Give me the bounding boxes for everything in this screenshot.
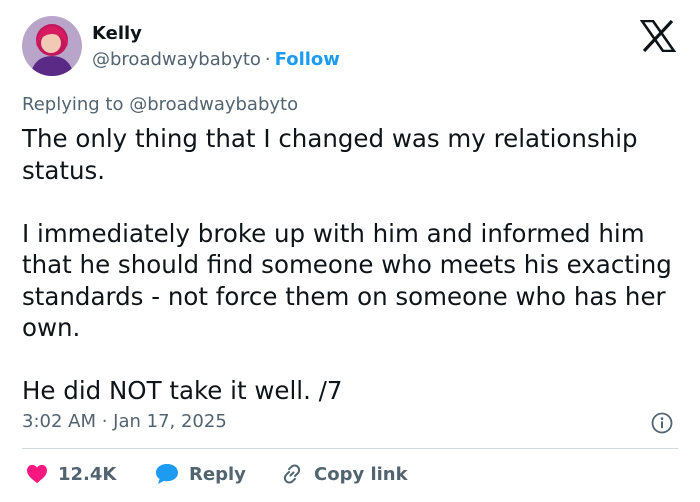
separator: · bbox=[264, 49, 271, 70]
like-button[interactable]: 12.4K bbox=[26, 460, 116, 488]
info-icon[interactable] bbox=[651, 412, 673, 434]
speech-bubble-icon bbox=[156, 464, 178, 484]
avatar[interactable] bbox=[22, 16, 82, 76]
tweet-card: Kelly @broadwaybabyto · Follow Replying to… bbox=[0, 0, 700, 502]
copy-link-button[interactable]: Copy link bbox=[280, 460, 408, 488]
author-handle-line: @broadwaybabyto · Follow bbox=[92, 48, 340, 72]
author-name[interactable]: Kelly bbox=[92, 22, 142, 46]
divider bbox=[22, 448, 678, 449]
like-count: 12.4K bbox=[58, 463, 117, 485]
link-icon bbox=[283, 464, 301, 484]
reply-label: Reply bbox=[189, 463, 246, 485]
replying-to[interactable]: Replying to @broadwaybabyto bbox=[22, 93, 298, 117]
tweet-paragraph: The only thing that I changed was my rel… bbox=[22, 124, 638, 185]
reply-button[interactable]: Reply bbox=[155, 460, 246, 488]
tweet-paragraph: I immediately broke up with him and info… bbox=[22, 218, 672, 343]
heart-icon bbox=[27, 464, 47, 484]
copy-link-label: Copy link bbox=[314, 463, 408, 485]
x-logo-icon[interactable] bbox=[639, 19, 677, 53]
follow-button[interactable]: Follow bbox=[275, 49, 340, 70]
tweet-text: The only thing that I changed was my rel… bbox=[22, 123, 682, 407]
author-handle[interactable]: @broadwaybabyto bbox=[92, 49, 261, 70]
timestamp[interactable]: 3:02 AM · Jan 17, 2025 bbox=[22, 409, 227, 435]
tweet-paragraph: He did NOT take it well. /7 bbox=[22, 376, 343, 405]
